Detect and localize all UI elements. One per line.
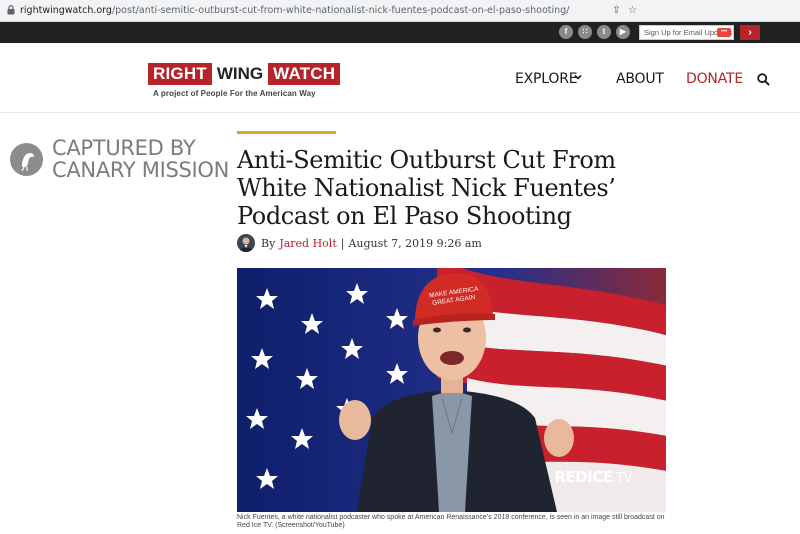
site-tagline: A project of People For the American Way <box>153 89 316 98</box>
redice-tv-logo: REDICE.TV <box>554 468 632 486</box>
image-caption: Nick Fuentes, a white nationalist podcas… <box>237 514 665 529</box>
star-icon[interactable]: ☆ <box>626 4 639 17</box>
twitter-icon[interactable]: t <box>597 25 611 39</box>
email-submit-button[interactable]: › <box>740 25 760 40</box>
nav-explore[interactable]: EXPLORE <box>515 71 578 87</box>
email-signup-input[interactable]: Sign Up for Email Updates ••• <box>639 25 734 40</box>
browser-url-bar[interactable]: rightwingwatch.org/post/anti-semitic-out… <box>0 0 800 22</box>
canary-bird-icon <box>10 143 43 176</box>
share-icon[interactable]: ⇪ <box>610 4 623 17</box>
nav-donate[interactable]: DONATE <box>686 71 743 87</box>
url-text[interactable]: rightwingwatch.org/post/anti-semitic-out… <box>20 5 569 16</box>
article-hero-image: MAKE AMERICA GREAT AGAIN REDICE.TV <box>237 268 666 512</box>
nav-about[interactable]: ABOUT <box>616 71 664 87</box>
facebook-icon[interactable]: f <box>559 25 573 39</box>
chevron-down-icon[interactable] <box>574 73 582 81</box>
author-link[interactable]: Jared Holt <box>279 237 336 250</box>
author-avatar[interactable] <box>237 234 255 252</box>
search-icon[interactable] <box>757 73 770 86</box>
site-header: RIGHT WING WATCH A project of People For… <box>0 43 800 113</box>
article-date: August 7, 2019 9:26 am <box>348 236 482 250</box>
youtube-icon[interactable]: ▶ <box>616 25 630 39</box>
lock-icon <box>7 5 15 15</box>
site-logo[interactable]: RIGHT WING WATCH <box>148 63 341 85</box>
title-accent-line <box>237 131 336 134</box>
canary-mission-watermark: CAPTURED BY CANARY MISSION <box>52 136 230 182</box>
article-title: Anti-Semitic Outburst Cut From White Nat… <box>237 146 616 230</box>
rss-icon[interactable]: ∷ <box>578 25 592 39</box>
password-manager-icon[interactable]: ••• <box>717 28 731 37</box>
article-byline: By Jared Holt | August 7, 2019 9:26 am <box>237 233 482 253</box>
top-utility-bar: f ∷ t ▶ Sign Up for Email Updates ••• › <box>0 22 800 43</box>
